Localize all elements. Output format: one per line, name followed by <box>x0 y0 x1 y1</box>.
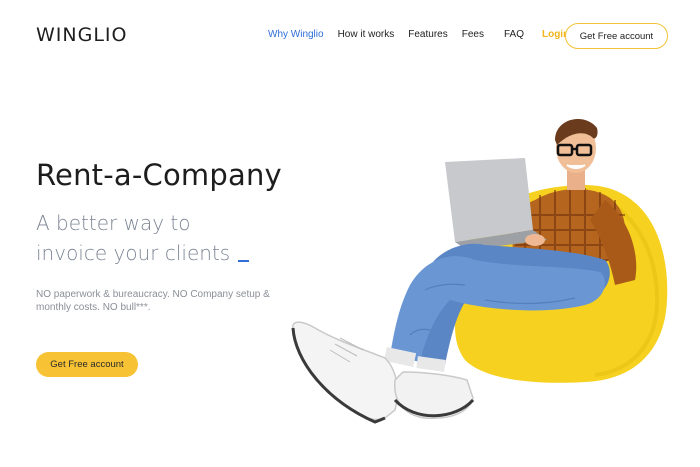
hero-subtitle: A better way to invoice your clients <box>36 208 250 268</box>
hero-get-free-account-button[interactable]: Get Free account <box>36 352 138 377</box>
nav-link-features[interactable]: Features <box>408 29 447 40</box>
sneaker-right <box>394 371 474 419</box>
brand-logo[interactable]: WINGLIO <box>36 24 127 46</box>
man-with-laptop-on-beanbag-illustration <box>291 118 668 424</box>
hero-subtitle-line-2-text: invoice your clients <box>36 241 231 265</box>
hero-subtitle-line-2: invoice your clients <box>36 238 250 268</box>
hero-description: NO paperwork & bureaucracy. NO Company s… <box>36 289 270 313</box>
laptop <box>445 158 533 242</box>
header-get-free-account-button[interactable]: Get Free account <box>565 23 668 49</box>
nav-link-faq[interactable]: FAQ <box>504 29 524 40</box>
nav-link-how-it-works[interactable]: How it works <box>338 29 395 40</box>
typing-cursor-icon <box>238 260 250 262</box>
main-nav: Why Winglio How it works Features Fees F… <box>268 29 583 40</box>
nav-link-fees[interactable]: Fees <box>462 29 484 40</box>
nav-link-why-winglio[interactable]: Why Winglio <box>268 29 324 40</box>
hero-title: Rent-a-Company <box>36 158 282 192</box>
hero-subtitle-line-1: A better way to <box>36 211 191 235</box>
